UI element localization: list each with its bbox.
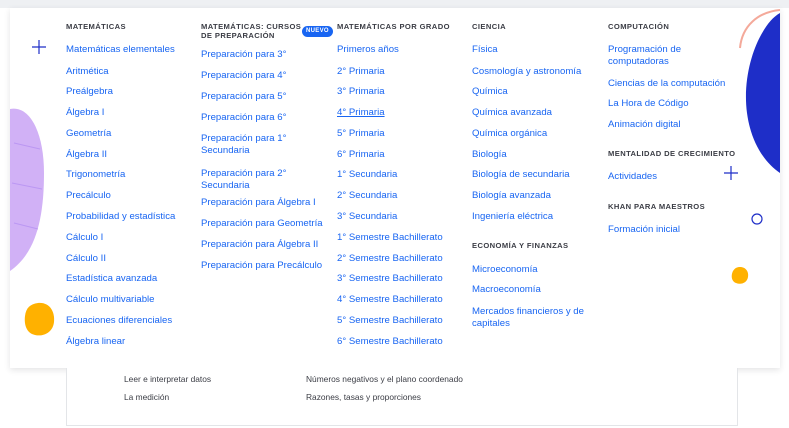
grade-link[interactable]: 2° Secundaria [337, 190, 397, 202]
circle-decoration-icon [751, 213, 763, 225]
prep-link[interactable]: Preparación para 1° Secundaria [201, 133, 306, 156]
grade-link[interactable]: 3° Secundaria [337, 211, 397, 223]
econ-link[interactable]: Microeconomía [472, 264, 538, 276]
math-link[interactable]: Álgebra linear [66, 336, 125, 348]
science-column: CIENCIA [472, 22, 506, 31]
grade-link[interactable]: 3° Primaria [337, 86, 385, 98]
computing-link[interactable]: Animación digital [608, 119, 681, 131]
growth-heading: MENTALIDAD DE CRECIMIENTO [608, 149, 736, 158]
science-link[interactable]: Cosmología y astronomía [472, 66, 581, 78]
teachers-section: KHAN PARA MAESTROS [608, 202, 705, 211]
grade-link[interactable]: 2° Primaria [337, 66, 385, 78]
grade-column: MATEMÁTICAS POR GRADO [337, 22, 450, 31]
science-link[interactable]: Biología de secundaria [472, 169, 570, 181]
courses-dropdown-menu: MATEMÁTICAS Matemáticas elementales Aritm… [10, 8, 780, 368]
prep-link[interactable]: Preparación para Álgebra II [201, 239, 318, 251]
prep-column: MATEMÁTICAS: CURSOS DE PREPARACIÓN [201, 22, 311, 40]
science-link[interactable]: Química orgánica [472, 128, 547, 140]
science-link[interactable]: Química [472, 86, 508, 98]
econ-section: ECONOMÍA Y FINANZAS [472, 241, 568, 250]
math-link[interactable]: Aritmética [66, 66, 109, 78]
prep-heading: MATEMÁTICAS: CURSOS DE PREPARACIÓN [201, 22, 302, 40]
math-link[interactable]: Cálculo I [66, 232, 103, 244]
econ-heading: ECONOMÍA Y FINANZAS [472, 241, 569, 250]
econ-link[interactable]: Macroeconomía [472, 284, 541, 296]
grade-link[interactable]: 6° Semestre Bachillerato [337, 336, 443, 348]
math-link[interactable]: Ecuaciones diferenciales [66, 315, 172, 327]
math-link[interactable]: Cálculo multivariable [66, 294, 155, 306]
science-link[interactable]: Biología avanzada [472, 190, 551, 202]
math-link[interactable]: Álgebra II [66, 149, 107, 161]
prep-link[interactable]: Preparación para 5° [201, 91, 286, 103]
orange-blob-decoration [24, 302, 55, 336]
math-link[interactable]: Matemáticas elementales [66, 44, 175, 56]
plus-decoration-right-icon [724, 166, 738, 180]
below-item[interactable]: Leer e interpretar datos [124, 374, 211, 384]
purple-blob-decoration [10, 108, 44, 271]
prep-link[interactable]: Preparación para Precálculo [201, 260, 322, 272]
navy-shape-decoration [745, 13, 780, 173]
new-badge: NUEVO [302, 26, 333, 37]
computing-heading: COMPUTACIÓN [608, 22, 670, 31]
computing-link[interactable]: Programación de computadoras [608, 44, 718, 67]
math-link[interactable]: Probabilidad y estadística [66, 211, 175, 223]
grade-link[interactable]: 1° Semestre Bachillerato [337, 232, 443, 244]
math-link[interactable]: Geometría [66, 128, 111, 140]
science-link[interactable]: Física [472, 44, 498, 56]
grade-link[interactable]: 3° Semestre Bachillerato [337, 273, 443, 285]
teachers-link[interactable]: Formación inicial [608, 224, 680, 236]
below-item[interactable]: La medición [124, 392, 169, 402]
science-link[interactable]: Biología [472, 149, 507, 161]
grade-link[interactable]: 1° Secundaria [337, 169, 397, 181]
teachers-heading: KHAN PARA MAESTROS [608, 202, 706, 211]
below-item[interactable]: Números negativos y el plano coordenado [306, 374, 463, 384]
plus-decoration-icon [32, 40, 46, 54]
science-heading: CIENCIA [472, 22, 507, 31]
grade-link[interactable]: 4° Semestre Bachillerato [337, 294, 443, 306]
background-content-panel: Leer e interpretar datos Números negativ… [66, 368, 738, 426]
grade-link[interactable]: 4° Primaria [337, 107, 385, 119]
math-column: MATEMÁTICAS [66, 22, 126, 31]
computing-column: COMPUTACIÓN [608, 22, 669, 31]
grade-link[interactable]: 6° Primaria [337, 149, 385, 161]
math-link[interactable]: Preálgebra [66, 86, 113, 98]
science-link[interactable]: Química avanzada [472, 107, 552, 119]
math-link[interactable]: Álgebra I [66, 107, 104, 119]
prep-link[interactable]: Preparación para Geometría [201, 218, 323, 230]
growth-section: MENTALIDAD DE CRECIMIENTO [608, 149, 735, 158]
top-stripe [0, 0, 789, 8]
grade-link[interactable]: Primeros años [337, 44, 399, 56]
below-item[interactable]: Razones, tasas y proporciones [306, 392, 421, 402]
computing-link[interactable]: La Hora de Código [608, 98, 689, 110]
computing-link[interactable]: Ciencias de la computación [608, 78, 725, 90]
grade-link[interactable]: 2° Semestre Bachillerato [337, 253, 443, 265]
math-link[interactable]: Cálculo II [66, 253, 106, 265]
math-link[interactable]: Trigonometría [66, 169, 125, 181]
grade-link[interactable]: 5° Primaria [337, 128, 385, 140]
math-link[interactable]: Estadística avanzada [66, 273, 157, 285]
econ-link[interactable]: Mercados financieros y de capitales [472, 306, 592, 329]
math-heading: MATEMÁTICAS [66, 22, 126, 31]
prep-link[interactable]: Preparación para 4° [201, 70, 286, 82]
science-link[interactable]: Ingeniería eléctrica [472, 211, 553, 223]
math-link[interactable]: Precálculo [66, 190, 111, 202]
growth-link[interactable]: Actividades [608, 171, 657, 183]
grade-link[interactable]: 5° Semestre Bachillerato [337, 315, 443, 327]
prep-link[interactable]: Preparación para 2° Secundaria [201, 168, 306, 191]
prep-link[interactable]: Preparación para 3° [201, 49, 286, 61]
prep-link[interactable]: Preparación para 6° [201, 112, 286, 124]
orange-dot-decoration [731, 267, 749, 284]
prep-link[interactable]: Preparación para Álgebra I [201, 197, 316, 209]
grade-heading: MATEMÁTICAS POR GRADO [337, 22, 450, 31]
